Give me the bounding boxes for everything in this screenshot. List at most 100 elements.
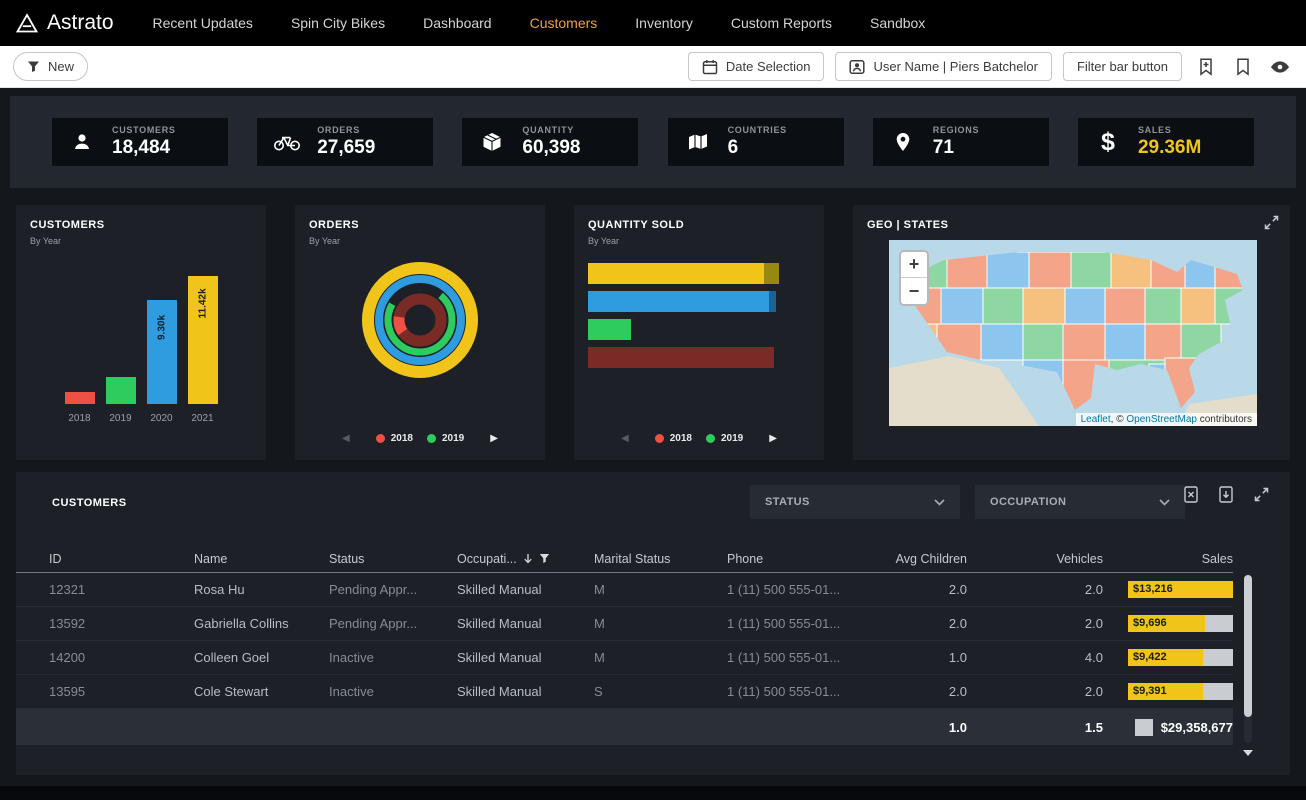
legend-next-icon[interactable]: ▶ bbox=[769, 433, 777, 444]
kpi-value: 27,659 bbox=[317, 137, 375, 159]
status-filter-select[interactable]: STATUS bbox=[750, 485, 960, 519]
legend-label: 2018 bbox=[391, 433, 413, 444]
leaflet-link[interactable]: Leaflet bbox=[1081, 414, 1111, 425]
legend-item-2018[interactable]: 2018 bbox=[655, 433, 692, 444]
bookmark-icon[interactable] bbox=[1230, 54, 1256, 80]
column-header-name[interactable]: Name bbox=[194, 552, 329, 566]
kpi-label: COUNTRIES bbox=[728, 125, 787, 135]
date-selection-button[interactable]: Date Selection bbox=[688, 52, 825, 81]
bar-2021[interactable]: 11.42k bbox=[188, 276, 218, 404]
cell-occupation: Skilled Manual bbox=[457, 616, 594, 631]
cell-marital: S bbox=[594, 684, 727, 699]
nav-item-customers[interactable]: Customers bbox=[511, 0, 617, 46]
cell-occupation: Skilled Manual bbox=[457, 684, 594, 699]
expand-icon[interactable] bbox=[1264, 215, 1279, 235]
scroll-down-icon[interactable] bbox=[1243, 750, 1253, 756]
us-states-map[interactable]: + − Leaflet, © OpenStreetMap contributor… bbox=[889, 240, 1257, 426]
hbar-1[interactable] bbox=[588, 263, 810, 284]
chevron-down-icon bbox=[934, 499, 945, 506]
user-button[interactable]: User Name | Piers Batchelor bbox=[835, 52, 1052, 81]
astrato-dashboard: Astrato Recent Updates Spin City Bikes D… bbox=[0, 0, 1306, 800]
column-header-marital-status[interactable]: Marital Status bbox=[594, 552, 727, 566]
map-attribution: Leaflet, © OpenStreetMap contributors bbox=[1076, 413, 1257, 426]
sales-value: $13,216 bbox=[1133, 581, 1173, 598]
table-totals-row: 1.0 1.5 $29,358,677 bbox=[16, 709, 1233, 745]
panel-subtitle: By Year bbox=[588, 236, 810, 246]
cell-phone: 1 (11) 500 555-01... bbox=[727, 616, 877, 631]
bar-value-label: 9.30k bbox=[156, 313, 167, 343]
nav-item-spin-city-bikes[interactable]: Spin City Bikes bbox=[272, 0, 404, 46]
status-filter-label: STATUS bbox=[765, 496, 810, 508]
scrollbar-thumb[interactable] bbox=[1244, 575, 1252, 717]
osm-link[interactable]: OpenStreetMap bbox=[1126, 414, 1197, 425]
hbar-4[interactable] bbox=[588, 347, 810, 368]
kpi-regions: REGIONS71 bbox=[873, 118, 1049, 166]
column-header-status[interactable]: Status bbox=[329, 552, 457, 566]
kpi-label: CUSTOMERS bbox=[112, 125, 176, 135]
top-nav: Astrato Recent Updates Spin City Bikes D… bbox=[0, 0, 1306, 46]
cell-phone: 1 (11) 500 555-01... bbox=[727, 582, 877, 597]
eye-icon[interactable] bbox=[1267, 54, 1293, 80]
legend-dot-2019 bbox=[706, 434, 715, 443]
column-filter-icon[interactable] bbox=[539, 553, 550, 564]
column-header-avg-children[interactable]: Avg Children bbox=[877, 552, 967, 566]
panel-title: ORDERS bbox=[309, 219, 531, 231]
legend-item-2018[interactable]: 2018 bbox=[376, 433, 413, 444]
export-excel-icon[interactable] bbox=[1178, 481, 1204, 507]
filter-bar-button[interactable]: Filter bar button bbox=[1063, 52, 1182, 81]
new-filter-button[interactable]: New bbox=[13, 52, 88, 81]
legend-next-icon[interactable]: ▶ bbox=[490, 433, 498, 444]
nav-item-inventory[interactable]: Inventory bbox=[616, 0, 712, 46]
hbar-3[interactable] bbox=[588, 319, 810, 340]
hbar-2[interactable] bbox=[588, 291, 810, 312]
table-row-1[interactable]: 12321 Rosa Hu Pending Appr... Skilled Ma… bbox=[16, 573, 1233, 607]
legend-item-2019[interactable]: 2019 bbox=[706, 433, 743, 444]
table-row-2[interactable]: 13592 Gabriella Collins Pending Appr... … bbox=[16, 607, 1233, 641]
bar-2019[interactable] bbox=[106, 377, 136, 404]
orders-donut-chart[interactable] bbox=[309, 258, 531, 382]
column-header-phone[interactable]: Phone bbox=[727, 552, 877, 566]
cell-avg-children: 2.0 bbox=[877, 616, 967, 631]
brand[interactable]: Astrato bbox=[16, 11, 114, 35]
total-sales-cell: $29,358,677 bbox=[1103, 719, 1233, 736]
sales-bar: $9,422 bbox=[1128, 649, 1233, 666]
kpi-customers: CUSTOMERS18,484 bbox=[52, 118, 228, 166]
sort-descending-icon[interactable] bbox=[523, 553, 533, 564]
kpi-label: QUANTITY bbox=[522, 125, 580, 135]
column-header-occupation[interactable]: Occupati... bbox=[457, 552, 594, 566]
bookmark-add-icon[interactable] bbox=[1193, 54, 1219, 80]
cell-id: 13592 bbox=[49, 616, 194, 631]
legend-prev-icon[interactable]: ◀ bbox=[342, 433, 350, 444]
legend-prev-icon[interactable]: ◀ bbox=[621, 433, 629, 444]
zoom-out-button[interactable]: − bbox=[901, 278, 927, 304]
cell-avg-children: 1.0 bbox=[877, 650, 967, 665]
table-row-3[interactable]: 14200 Colleen Goel Inactive Skilled Manu… bbox=[16, 641, 1233, 675]
sales-bar: $9,696 bbox=[1128, 615, 1233, 632]
kpi-value: 6 bbox=[728, 137, 787, 159]
quantity-chart-panel: QUANTITY SOLD By Year ◀ 2018 2019 ▶ bbox=[574, 205, 824, 460]
zoom-in-button[interactable]: + bbox=[901, 252, 927, 278]
occupation-filter-select[interactable]: OCCUPATION bbox=[975, 485, 1185, 519]
table-row-4[interactable]: 13595 Cole Stewart Inactive Skilled Manu… bbox=[16, 675, 1233, 709]
cell-sales: $9,391 bbox=[1103, 683, 1233, 700]
bar-2018[interactable] bbox=[65, 392, 95, 404]
person-icon bbox=[67, 133, 97, 151]
bar-2020[interactable]: 9.30k bbox=[147, 300, 177, 404]
legend-item-2019[interactable]: 2019 bbox=[427, 433, 464, 444]
export-doc-icon[interactable] bbox=[1213, 481, 1239, 507]
legend-label: 2019 bbox=[442, 433, 464, 444]
nav-item-recent-updates[interactable]: Recent Updates bbox=[134, 0, 272, 46]
nav-item-dashboard[interactable]: Dashboard bbox=[404, 0, 511, 46]
nav-item-sandbox[interactable]: Sandbox bbox=[851, 0, 944, 46]
sales-bar: $13,216 bbox=[1128, 581, 1233, 598]
column-header-id[interactable]: ID bbox=[49, 552, 194, 566]
orders-chart-panel: ORDERS By Year ◀ 2018 2019 ▶ bbox=[295, 205, 545, 460]
nav-item-custom-reports[interactable]: Custom Reports bbox=[712, 0, 851, 46]
column-header-vehicles[interactable]: Vehicles bbox=[967, 552, 1103, 566]
total-sales-bar bbox=[1135, 719, 1153, 736]
column-header-sales[interactable]: Sales bbox=[1103, 552, 1233, 566]
bottom-edge bbox=[0, 786, 1306, 800]
expand-icon[interactable] bbox=[1248, 481, 1274, 507]
table-scrollbar[interactable] bbox=[1244, 575, 1252, 743]
cell-occupation: Skilled Manual bbox=[457, 650, 594, 665]
